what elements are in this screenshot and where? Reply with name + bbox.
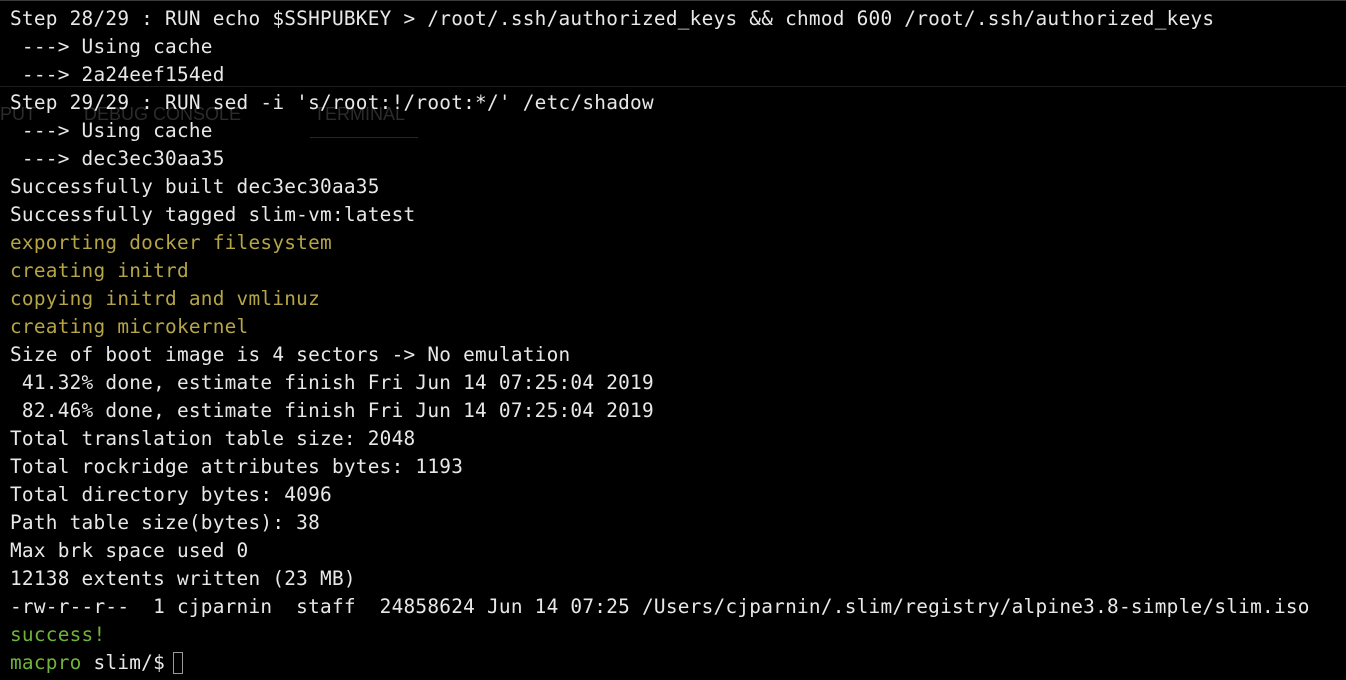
- output-line: Step 29/29 : RUN sed -i 's/root:!/root:*…: [10, 91, 654, 114]
- output-line: Successfully tagged slim-vm:latest: [10, 203, 416, 226]
- cursor-block[interactable]: [173, 652, 184, 674]
- output-line: Size of boot image is 4 sectors -> No em…: [10, 343, 571, 366]
- output-line: ---> Using cache: [10, 35, 213, 58]
- output-line: Total rockridge attributes bytes: 1193: [10, 455, 464, 478]
- output-line: 41.32% done, estimate finish Fri Jun 14 …: [10, 371, 654, 394]
- output-line: Step 28/29 : RUN echo $SSHPUBKEY > /root…: [10, 7, 1215, 30]
- output-line: Max brk space used 0: [10, 539, 249, 562]
- output-line: ---> 2a24eef154ed: [10, 63, 225, 86]
- output-line: -rw-r--r-- 1 cjparnin staff 24858624 Jun…: [10, 595, 1310, 618]
- output-line-status: creating microkernel: [10, 315, 249, 338]
- output-line: Successfully built dec3ec30aa35: [10, 175, 380, 198]
- output-line: Path table size(bytes): 38: [10, 511, 321, 534]
- output-line: Total directory bytes: 4096: [10, 483, 332, 506]
- prompt-host: macpro: [10, 651, 82, 674]
- output-line-status: exporting docker filesystem: [10, 231, 332, 254]
- terminal-window[interactable]: PUT DEBUG CONSOLE TERMINAL Step 28/29 : …: [0, 0, 1346, 680]
- shell-prompt[interactable]: macpro slim/$: [10, 649, 184, 677]
- ghost-tab-underline: [310, 137, 418, 138]
- output-line: ---> Using cache: [10, 119, 213, 142]
- output-line: Total translation table size: 2048: [10, 427, 416, 450]
- output-line-status: copying initrd and vmlinuz: [10, 287, 321, 310]
- prompt-path: slim/$: [81, 651, 166, 674]
- output-line-success: success!: [10, 623, 106, 646]
- output-line: ---> dec3ec30aa35: [10, 147, 225, 170]
- output-line: 82.46% done, estimate finish Fri Jun 14 …: [10, 399, 654, 422]
- output-line-status: creating initrd: [10, 259, 189, 282]
- output-line: 12138 extents written (23 MB): [10, 567, 356, 590]
